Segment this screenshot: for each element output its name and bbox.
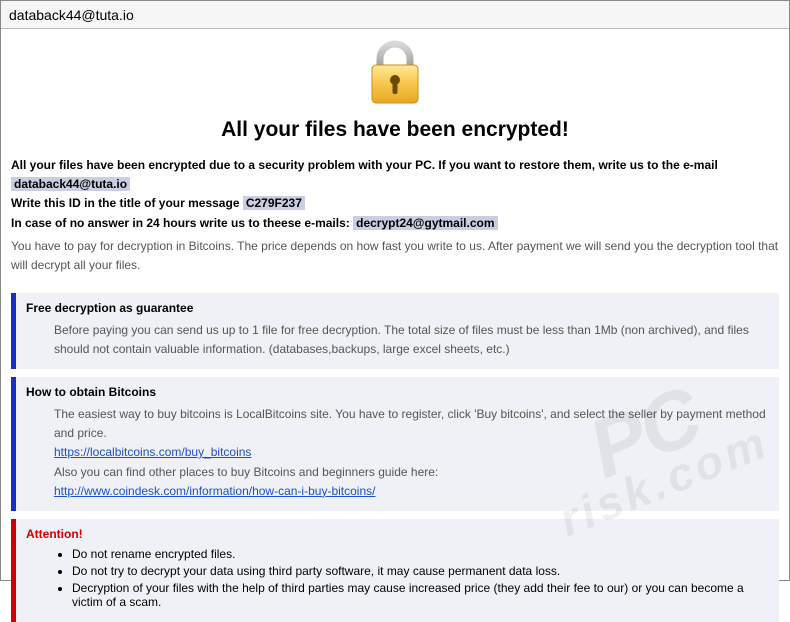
intro-line3: In case of no answer in 24 hours write u… bbox=[11, 216, 353, 230]
panel-attention-title: Attention! bbox=[26, 527, 767, 541]
panel-free-body: Before paying you can send us up to 1 fi… bbox=[28, 321, 767, 359]
lock-icon bbox=[365, 39, 425, 110]
panel-attention: Attention! Do not rename encrypted files… bbox=[11, 519, 779, 622]
link-localbitcoins[interactable]: https://localbitcoins.com/buy_bitcoins bbox=[54, 445, 251, 459]
panel-free-title: Free decryption as guarantee bbox=[26, 301, 767, 315]
content-area: All your files have been encrypted! All … bbox=[1, 29, 789, 622]
attention-item: Do not try to decrypt your data using th… bbox=[72, 564, 767, 578]
intro-line1: All your files have been encrypted due t… bbox=[11, 158, 718, 172]
attention-list: Do not rename encrypted files. Do not tr… bbox=[28, 547, 767, 609]
panel-btc-line1: The easiest way to buy bitcoins is Local… bbox=[54, 405, 767, 443]
message-id: C279F237 bbox=[243, 196, 305, 210]
panel-free-decryption: Free decryption as guarantee Before payi… bbox=[11, 293, 779, 369]
intro-line2: Write this ID in the title of your messa… bbox=[11, 196, 243, 210]
contact-email-2: decrypt24@gytmail.com bbox=[353, 216, 497, 230]
window-title: databack44@tuta.io bbox=[9, 7, 134, 23]
window-titlebar: databack44@tuta.io bbox=[1, 1, 789, 29]
page-title: All your files have been encrypted! bbox=[1, 112, 789, 156]
attention-item: Decryption of your files with the help o… bbox=[72, 581, 767, 609]
intro-block: All your files have been encrypted due t… bbox=[1, 156, 789, 237]
lock-icon-wrap bbox=[1, 29, 789, 112]
link-coindesk[interactable]: http://www.coindesk.com/information/how-… bbox=[54, 484, 375, 498]
panel-obtain-bitcoins: How to obtain Bitcoins The easiest way t… bbox=[11, 377, 779, 511]
contact-email-1: databack44@tuta.io bbox=[11, 177, 130, 191]
panel-btc-line2: Also you can find other places to buy Bi… bbox=[54, 463, 767, 482]
payment-note: You have to pay for decryption in Bitcoi… bbox=[1, 237, 789, 284]
attention-item: Do not rename encrypted files. bbox=[72, 547, 767, 561]
panel-btc-title: How to obtain Bitcoins bbox=[26, 385, 767, 399]
